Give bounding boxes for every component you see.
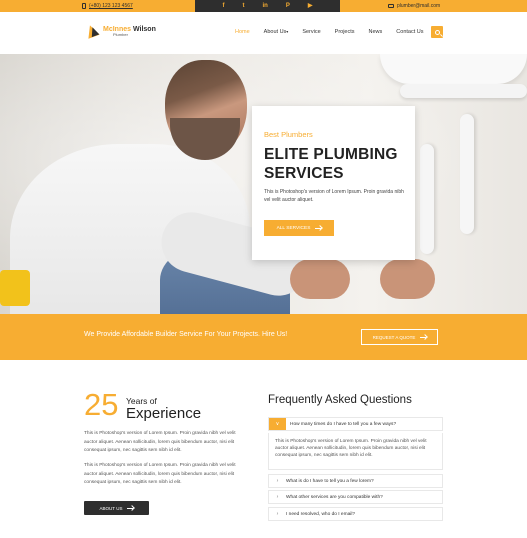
hero-title: ELITE PLUMBING SERVICES [264, 146, 398, 182]
nav-about-us-label: About Us [263, 29, 287, 35]
logo[interactable]: McInnes Wilson Plumber [84, 23, 156, 39]
all-services-button[interactable]: ALL SERVICES [264, 220, 334, 236]
facebook-icon[interactable]: f [223, 0, 225, 12]
about-us-button[interactable]: ABOUT US [84, 501, 149, 515]
hero-description: This is Photoshop's version of Lorem Ips… [264, 189, 404, 203]
chevron-down-icon: ▾ [286, 29, 289, 34]
tape-measure-image [0, 270, 30, 306]
linkedin-icon[interactable]: in [263, 0, 268, 12]
logo-subtitle: Plumber [113, 31, 128, 37]
chevron-down-icon: ∨ [269, 418, 286, 430]
request-quote-button[interactable]: REQUEST A QUOTE [361, 329, 438, 345]
arrow-right-icon [420, 336, 427, 338]
arrow-right-icon [315, 227, 322, 229]
pipe-image [400, 84, 527, 98]
twitter-icon[interactable]: t [243, 0, 245, 12]
pipe-image [420, 144, 434, 254]
experience-paragraph: This is Photoshop's version of Lorem Ips… [84, 431, 236, 453]
nav-contact-us[interactable]: Contact Us [389, 26, 430, 38]
mail-icon [388, 4, 394, 8]
nav-news[interactable]: News [362, 26, 390, 38]
nav-service[interactable]: Service [295, 26, 327, 38]
faq-question: What is do I have to tell you a few lore… [286, 478, 374, 484]
arrow-right-icon [127, 507, 134, 509]
faq-question: I need resolved, who do I email? [286, 511, 356, 517]
pinterest-icon[interactable]: P [286, 0, 290, 12]
chevron-right-icon: › [276, 511, 279, 517]
experience-label-big: Experience [126, 405, 202, 422]
faq-item[interactable]: › What other services are you compatible… [268, 490, 443, 504]
phone-contact[interactable]: (+80) 123 123 4567 [82, 0, 133, 12]
chevron-right-icon: › [276, 494, 279, 500]
sink-image [380, 54, 527, 84]
email-contact[interactable]: plumber@mail.com [388, 0, 440, 12]
about-us-label: ABOUT US [99, 505, 123, 511]
hero-card: Best Plumbers ELITE PLUMBING SERVICES Th… [252, 106, 415, 260]
top-bar: (+80) 123 123 4567 f t in P ▶ plumber@ma… [0, 0, 527, 12]
request-quote-label: REQUEST A QUOTE [372, 334, 416, 340]
hero-kicker: Best Plumbers [264, 130, 313, 139]
faq-item[interactable]: › I need resolved, who do I email? [268, 507, 443, 521]
faq-item[interactable]: ∨ How many times do I have to tell you a… [268, 417, 443, 431]
nav-projects[interactable]: Projects [328, 26, 362, 38]
cta-text: We Provide Affordable Builder Service Fo… [84, 331, 288, 338]
email-address: plumber@mail.com [397, 3, 441, 9]
youtube-icon[interactable]: ▶ [308, 0, 313, 12]
logo-mark-icon [84, 23, 100, 39]
site-header: McInnes Wilson Plumber Home About Us▾ Se… [0, 12, 527, 54]
search-button[interactable] [431, 26, 443, 38]
faq-item[interactable]: › What is do I have to tell you a few lo… [268, 474, 443, 488]
experience-number: 25 [84, 387, 119, 422]
logo-last-name: Wilson [132, 25, 156, 33]
pipe-image [460, 114, 474, 234]
search-icon [434, 29, 440, 35]
faq-title: Frequently Asked Questions [268, 394, 412, 406]
cta-strip: We Provide Affordable Builder Service Fo… [0, 314, 527, 360]
nav-home[interactable]: Home [228, 26, 257, 38]
faq-question: What other services are you compatible w… [286, 494, 383, 500]
phone-icon [82, 3, 86, 9]
main-nav: Home About Us▾ Service Projects News Con… [228, 26, 431, 38]
chevron-right-icon: › [276, 478, 279, 484]
experience-paragraph: This is Photoshop's version of Lorem Ips… [84, 463, 236, 485]
faq-answer: This is Photoshop's version of Lorem Ips… [268, 433, 443, 470]
social-links: f t in P ▶ [195, 0, 340, 12]
all-services-label: ALL SERVICES [276, 225, 311, 231]
nav-about-us[interactable]: About Us▾ [257, 26, 296, 38]
faq-question: How many times do I have to tell you a f… [290, 421, 397, 427]
phone-number: (+80) 123 123 4567 [89, 3, 133, 9]
